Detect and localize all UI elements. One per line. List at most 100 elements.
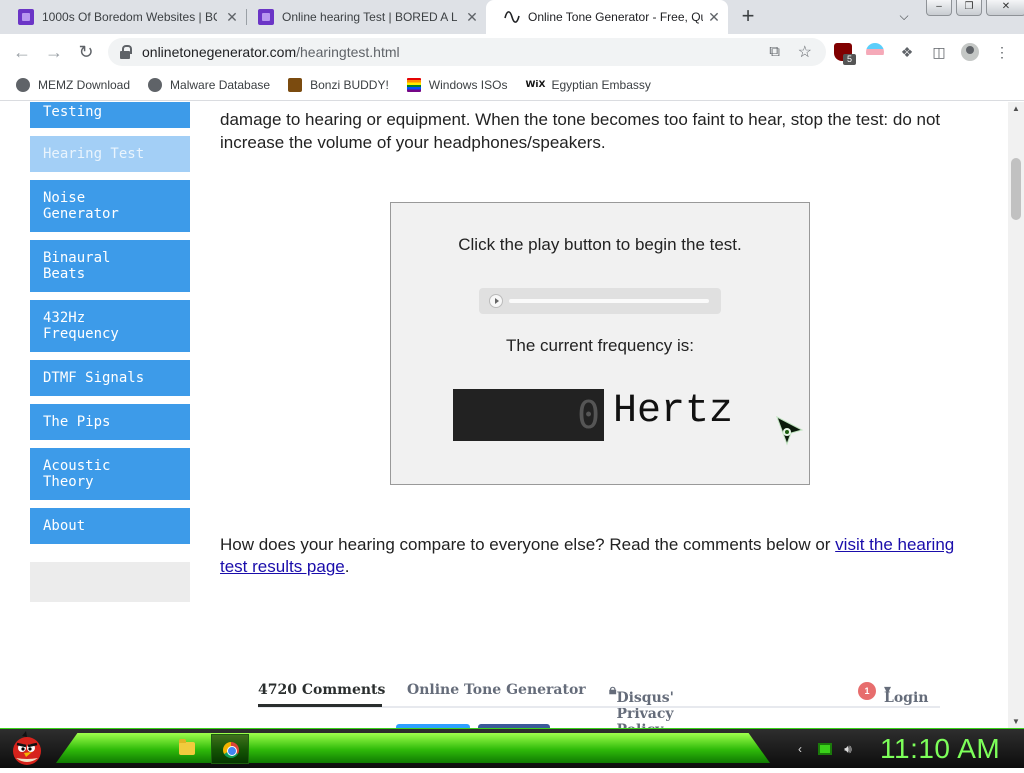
minimize-button[interactable]: – [926, 0, 952, 16]
sidebar-item-label: Noise [43, 190, 86, 206]
rainbow-flag-icon [406, 78, 421, 92]
sidebar-item-label: Acoustic [43, 458, 111, 474]
bookmark-label: Windows ISOs [428, 78, 508, 92]
sidebar-item-about[interactable]: About [30, 508, 190, 544]
browser-tab-1[interactable]: 1000s Of Boredom Websites | BO ✕ [0, 0, 246, 34]
sidebar-item-dtmf-signals[interactable]: DTMF Signals [30, 360, 190, 396]
tab-title: Online Tone Generator - Free, Qu [528, 10, 703, 24]
sidebar-item-label: The Pips [43, 414, 111, 430]
play-button[interactable] [489, 294, 503, 308]
chrome-icon [223, 742, 239, 758]
side-panel-icon[interactable]: ◫ [930, 43, 948, 61]
volume-icon[interactable]: 🔊︎ [840, 741, 856, 757]
site-name-tab[interactable]: Online Tone Generator [407, 682, 586, 698]
puzzle-extensions-icon[interactable]: ❖ [898, 43, 916, 61]
page-scrollbar[interactable]: ▲ ▼ [1008, 102, 1024, 728]
taskbar-explorer[interactable] [168, 734, 206, 764]
browser-toolbar: ← → ↻ onlinetonegenerator.com/hearingtes… [0, 34, 1024, 70]
restore-button[interactable]: ❐ [956, 0, 982, 16]
wix-icon: WiX [525, 80, 546, 90]
bookmark-egyptian-embassy[interactable]: WiX Egyptian Embassy [525, 78, 650, 92]
comments-count-tab[interactable]: 4720 Comments [258, 682, 385, 698]
sidebar-item-432hz-frequency[interactable]: 432Hz Frequency [30, 300, 190, 352]
notification-badge: 1 [858, 682, 876, 700]
sidebar-item-label: Hearing Test [43, 146, 145, 162]
network-icon[interactable] [818, 743, 832, 755]
disqus-tabs: 4720 Comments Online Tone Generator 🔒︎ Di… [258, 674, 940, 728]
window-close-button[interactable]: ✕ [986, 0, 1024, 16]
test-progress-slider[interactable] [479, 288, 721, 314]
active-tab-underline [258, 704, 382, 707]
slider-track[interactable] [509, 299, 709, 303]
close-icon[interactable]: ✕ [464, 9, 480, 25]
extension-badge: 5 [843, 54, 856, 65]
scroll-thumb[interactable] [1011, 158, 1021, 220]
sidebar-item-acoustic-theory[interactable]: Acoustic Theory [30, 448, 190, 500]
tab-title: Online hearing Test | BORED A LO [282, 10, 457, 24]
bookmark-memz-download[interactable]: MEMZ Download [16, 78, 130, 92]
hearing-test-panel: Click the play button to begin the test.… [390, 202, 810, 485]
folder-icon [179, 739, 195, 755]
page-viewport: Testing Hearing Test Noise Generator Bin… [0, 102, 1008, 728]
frequency-unit: Hertz [613, 389, 734, 434]
sidebar-item-testing[interactable]: Testing [30, 102, 190, 128]
bookmark-label: Egyptian Embassy [551, 78, 651, 92]
profile-avatar[interactable] [961, 43, 979, 61]
globe-icon [148, 78, 163, 92]
close-icon[interactable]: ✕ [224, 9, 240, 25]
sidebar-item-label: About [43, 518, 86, 534]
frequency-label: The current frequency is: [505, 336, 695, 355]
scroll-up-icon[interactable]: ▲ [1012, 104, 1020, 113]
sidebar-item-noise-generator[interactable]: Noise Generator [30, 180, 190, 232]
globe-icon [16, 78, 30, 92]
bookmark-label: Bonzi BUDDY! [310, 78, 389, 92]
bonzi-icon [288, 78, 303, 92]
bookmark-star-icon[interactable]: ☆ [798, 42, 812, 62]
sidebar-item-label: DTMF Signals [43, 370, 145, 386]
bookmark-windows-isos[interactable]: Windows ISOs [406, 78, 508, 92]
bookmark-malware-database[interactable]: Malware Database [148, 78, 270, 92]
show-hidden-icons-icon[interactable]: ‹ [792, 741, 808, 757]
address-bar[interactable]: onlinetonegenerator.com/hearingtest.html… [108, 38, 826, 66]
back-arrow-icon[interactable]: ← [12, 42, 32, 62]
close-icon[interactable]: ✕ [706, 9, 722, 25]
kebab-menu-icon[interactable]: ⋮ [993, 43, 1011, 61]
tab-strip: 1000s Of Boredom Websites | BO ✕ Online … [0, 0, 1024, 34]
taskbar-chrome[interactable] [211, 734, 249, 764]
bookmark-bonzi-buddy[interactable]: Bonzi BUDDY! [288, 78, 389, 92]
intro-paragraph: damage to hearing or equipment. When the… [220, 110, 941, 152]
taskbar-clock[interactable]: 11:10 AM [880, 733, 1000, 765]
lock-icon[interactable] [120, 45, 132, 59]
taskbar-glow [56, 733, 770, 763]
sidebar-placeholder [30, 562, 190, 602]
new-tab-button[interactable]: + [736, 5, 760, 29]
compare-paragraph: How does your hearing compare to everyon… [220, 535, 955, 576]
disqus-header: 4720 Comments Online Tone Generator 🔒︎ Di… [258, 674, 940, 728]
purple-square-icon [18, 9, 34, 25]
sidebar-item-binaural-beats[interactable]: Binaural Beats [30, 240, 190, 292]
sine-wave-icon [504, 9, 520, 25]
url-text[interactable]: onlinetonegenerator.com/hearingtest.html [142, 44, 400, 60]
sidebar-item-hearing-test[interactable]: Hearing Test [30, 136, 190, 172]
sidebar-item-label: Beats [43, 266, 86, 282]
reload-icon[interactable]: ↻ [76, 42, 96, 62]
window-controls: – ❐ ✕ [926, 0, 1024, 16]
test-prompt: Click the play button to begin the test. [458, 235, 742, 254]
start-button-angry-bird-icon[interactable] [8, 730, 46, 768]
scroll-down-icon[interactable]: ▼ [1012, 717, 1020, 726]
browser-tab-2[interactable]: Online hearing Test | BORED A LO ✕ [240, 0, 486, 34]
privacy-policy-link[interactable]: 🔒︎Disqus' Privacy Policy [609, 682, 674, 728]
tab-title: 1000s Of Boredom Websites | BO [42, 10, 217, 24]
sidebar-item-label: 432Hz [43, 310, 86, 326]
purple-square-icon [258, 9, 274, 25]
chevron-down-icon[interactable]: ⌵ [895, 9, 913, 27]
share-icon[interactable]: ⧉ [769, 43, 780, 60]
sidebar-item-label: Theory [43, 474, 94, 490]
trans-flag-extension-icon[interactable] [866, 43, 884, 61]
bookmark-label: Malware Database [170, 78, 271, 92]
sidebar-item-the-pips[interactable]: The Pips [30, 404, 190, 440]
forward-arrow-icon[interactable]: → [44, 42, 64, 62]
sidebar-item-label: Binaural [43, 250, 111, 266]
browser-tab-3[interactable]: Online Tone Generator - Free, Qu ✕ [486, 0, 728, 34]
login-menu[interactable]: Login ▾ [884, 682, 928, 706]
